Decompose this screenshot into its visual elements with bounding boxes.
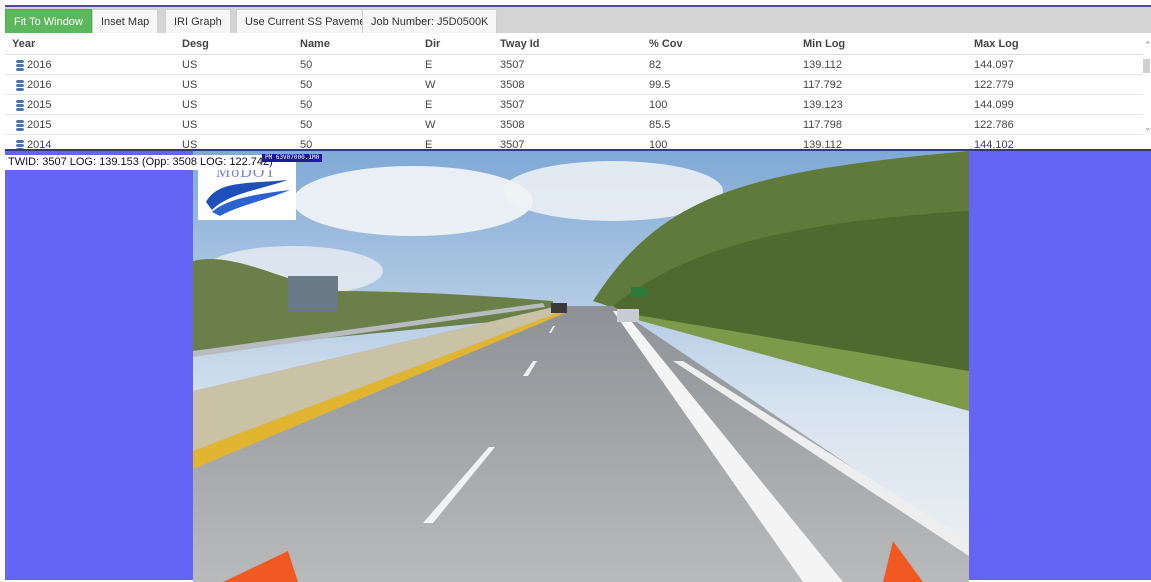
scroll-up-icon[interactable]: ⌃ [1144, 41, 1151, 50]
twid-log-label: TWID: 3507 LOG: 139.153 (Opp: 3508 LOG: … [5, 155, 276, 170]
logo-wave-icon [206, 180, 290, 216]
modot-logo: MoDOT [198, 162, 296, 220]
pm-marker-tag: PM 63V07000.1M0 [262, 154, 323, 162]
toolbar: Fit To Window Inset Map IRI Graph Use Cu… [5, 7, 1151, 33]
cell-dir: W [425, 119, 436, 131]
scrollbar-thumb[interactable] [1143, 59, 1150, 73]
header-name[interactable]: Name [300, 38, 330, 50]
database-icon [16, 120, 24, 131]
scroll-down-icon[interactable]: ⌄ [1144, 123, 1151, 132]
database-icon [16, 60, 24, 71]
app-frame: Fit To Window Inset Map IRI Graph Use Cu… [0, 0, 1151, 582]
cell-tway-id: 3507 [500, 99, 525, 111]
road-photo[interactable] [193, 151, 969, 582]
database-icon [16, 100, 24, 111]
road-scene-image [193, 151, 969, 582]
cell-min-log: 139.112 [803, 59, 842, 71]
cell-year: 2016 [27, 59, 52, 71]
cell-desg: US [182, 139, 198, 149]
cell-year: 2015 [27, 99, 52, 111]
pavement-image-viewer: MoDOT TWID: 3507 LOG: 139.153 (Opp: 3508… [5, 149, 1151, 582]
database-icon [16, 140, 24, 149]
cell-min-log: 139.123 [803, 99, 843, 111]
cell-name: 50 [300, 139, 313, 149]
cell-pct-cov: 99.5 [649, 79, 671, 91]
cell-tway-id: 3508 [500, 79, 525, 91]
cell-max-log: 122.779 [974, 79, 1014, 91]
header-desg[interactable]: Desg [182, 38, 209, 50]
inset-map-button[interactable]: Inset Map [92, 9, 159, 33]
table-row[interactable]: 2016 US 50 W 3508 99.5 117.792 122.779 [5, 75, 1143, 95]
table-row[interactable]: 2015 US 50 W 3508 85.5 117.798 122.786 [5, 115, 1143, 135]
iri-graph-button[interactable]: IRI Graph [165, 9, 231, 33]
cell-name: 50 [300, 99, 313, 111]
cell-dir: E [425, 59, 433, 71]
cell-desg: US [182, 59, 198, 71]
cell-tway-id: 3508 [500, 119, 525, 131]
fit-to-window-button[interactable]: Fit To Window [5, 9, 92, 33]
cell-min-log: 117.792 [803, 79, 842, 91]
header-dir[interactable]: Dir [425, 38, 440, 50]
cell-min-log: 117.798 [803, 119, 842, 131]
header-tway-id[interactable]: Tway Id [500, 38, 540, 50]
table-row[interactable]: 2016 US 50 E 3507 82 139.112 144.097 [5, 55, 1143, 75]
grid-header: Year Desg Name Dir Tway Id % Cov Min Log… [5, 33, 1143, 55]
cell-dir: W [425, 79, 436, 91]
cell-max-log: 144.097 [974, 59, 1014, 71]
cell-year: 2016 [27, 79, 52, 91]
cell-pct-cov: 85.5 [649, 119, 671, 131]
cell-pct-cov: 100 [649, 99, 668, 111]
database-icon [16, 80, 24, 91]
cell-year: 2015 [27, 119, 52, 131]
cell-dir: E [425, 99, 433, 111]
cell-max-log: 144.099 [974, 99, 1014, 111]
table-row[interactable]: 2015 US 50 E 3507 100 139.123 144.099 [5, 95, 1143, 115]
data-grid: Year Desg Name Dir Tway Id % Cov Min Log… [5, 33, 1151, 149]
cell-desg: US [182, 119, 198, 131]
cell-tway-id: 3507 [500, 139, 525, 149]
cell-dir: E [425, 139, 433, 149]
cell-name: 50 [300, 59, 313, 71]
cell-pct-cov: 82 [649, 59, 662, 71]
cell-name: 50 [300, 79, 313, 91]
cell-desg: US [182, 99, 198, 111]
cell-name: 50 [300, 119, 313, 131]
cell-tway-id: 3507 [500, 59, 525, 71]
header-max-log[interactable]: Max Log [974, 38, 1019, 50]
job-number-button[interactable]: Job Number: J5D0500K [362, 9, 498, 33]
cell-year: 2014 [27, 139, 52, 149]
header-pct-cov[interactable]: % Cov [649, 38, 683, 50]
cell-max-log: 144.102 [974, 139, 1014, 149]
header-min-log[interactable]: Min Log [803, 38, 845, 50]
table-row[interactable]: 2014 US 50 E 3507 100 139.112 144.102 [5, 135, 1143, 149]
cell-pct-cov: 100 [649, 139, 668, 149]
grid-scrollbar[interactable]: ⌃ ⌄ [1143, 33, 1151, 149]
cell-min-log: 139.112 [803, 139, 842, 149]
cell-max-log: 122.786 [974, 119, 1014, 131]
cell-desg: US [182, 79, 198, 91]
header-year[interactable]: Year [12, 38, 35, 50]
